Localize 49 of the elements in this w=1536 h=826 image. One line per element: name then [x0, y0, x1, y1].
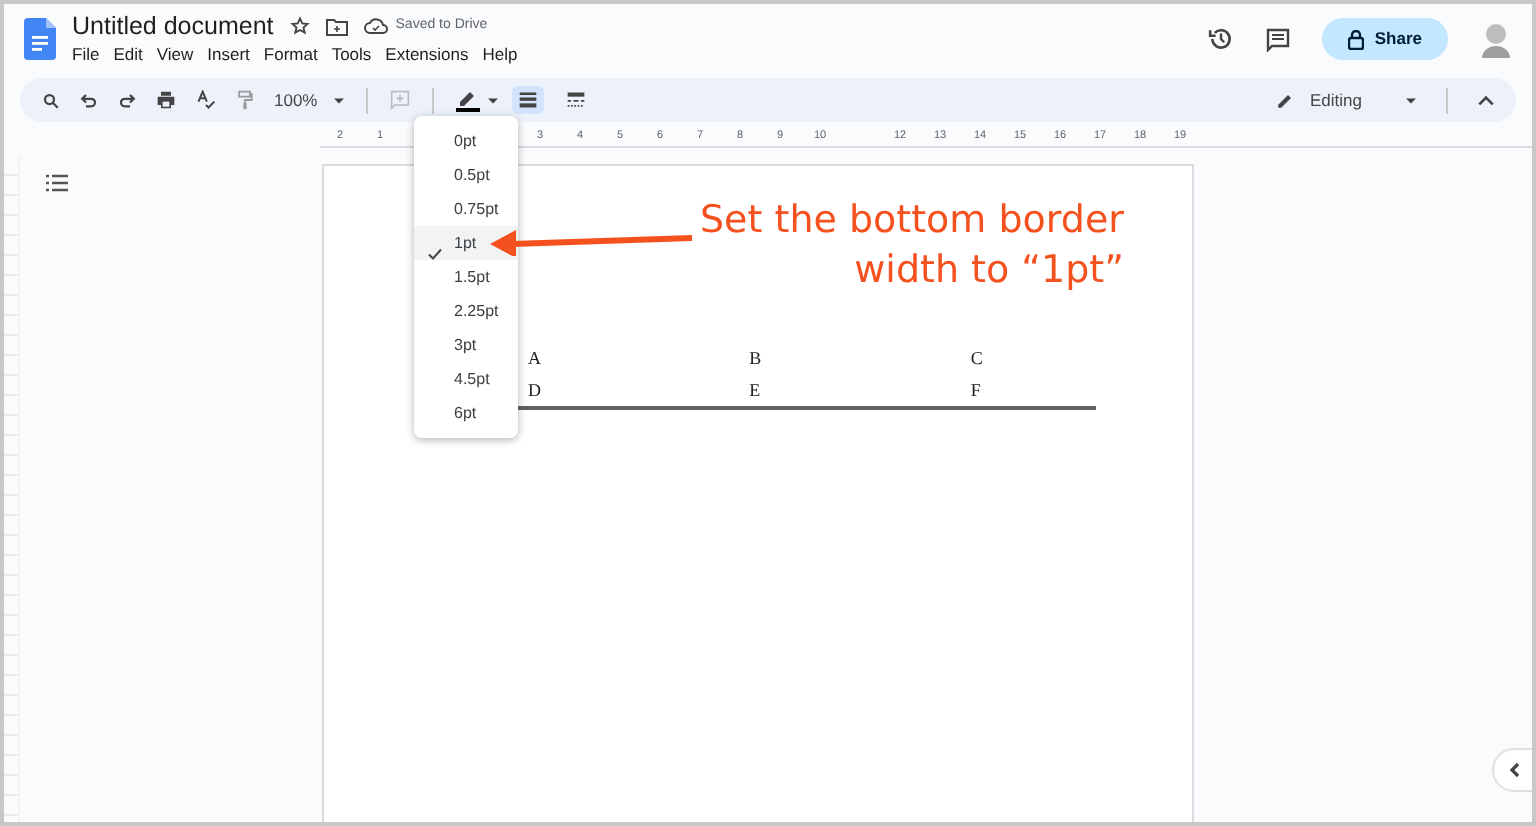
- table-cell: B: [749, 348, 762, 368]
- annotation-text: Set the bottom border: [700, 196, 1124, 246]
- menu-option[interactable]: 6pt: [414, 396, 518, 430]
- table-cell: F: [970, 380, 981, 400]
- menu-option[interactable]: 1pt: [414, 226, 518, 260]
- caret-icon[interactable]: [487, 97, 498, 103]
- star-icon[interactable]: [289, 16, 310, 36]
- table-cell: E: [749, 380, 761, 400]
- document-title[interactable]: Untitled document: [72, 10, 274, 42]
- caret-icon[interactable]: [1406, 97, 1416, 103]
- chevron-icon: [1508, 762, 1520, 778]
- folder-icon[interactable]: [325, 17, 348, 35]
- history-icon[interactable]: [1208, 26, 1235, 52]
- table-cell: A: [528, 348, 541, 368]
- share-button[interactable]: Share: [1322, 18, 1448, 60]
- menu-option[interactable]: 2.25pt: [414, 294, 518, 328]
- menu-option[interactable]: 0.5pt: [414, 158, 518, 192]
- menu-option[interactable]: 3pt: [414, 328, 518, 362]
- caret-icon[interactable]: [333, 97, 344, 103]
- menu-item[interactable]: Tools: [331, 42, 372, 66]
- menu-item[interactable]: Help: [482, 42, 518, 66]
- menu-item[interactable]: Extensions: [385, 42, 469, 66]
- zoom-select[interactable]: 100%: [274, 87, 318, 113]
- check-icon: [428, 247, 442, 260]
- cloud-icon: [363, 18, 388, 34]
- border-dash-icon[interactable]: [565, 90, 586, 110]
- menu-option[interactable]: 1.5pt: [414, 260, 518, 294]
- annotation-text: width to “1pt”: [852, 246, 1124, 296]
- menu-option[interactable]: 4.5pt: [414, 362, 518, 396]
- border-width-icon: [517, 90, 538, 110]
- menu-item[interactable]: View: [156, 42, 194, 66]
- menu-item[interactable]: Insert: [207, 42, 250, 66]
- outline-icon[interactable]: [46, 174, 68, 192]
- table-cell: C: [970, 348, 983, 368]
- pencil-icon[interactable]: [1276, 91, 1294, 109]
- border-width-button[interactable]: [511, 86, 544, 114]
- menu-option[interactable]: 0pt: [414, 124, 518, 158]
- table-cell: D: [528, 380, 541, 400]
- menu-option[interactable]: 0.75pt: [414, 192, 518, 226]
- lock-icon: [1348, 29, 1365, 49]
- docs-logo-icon[interactable]: [24, 18, 56, 60]
- menu-item[interactable]: File: [72, 42, 100, 66]
- editing-mode-select[interactable]: Editing: [1310, 87, 1390, 113]
- avatar-icon[interactable]: [1480, 21, 1512, 57]
- border-color-icon[interactable]: [455, 89, 480, 111]
- side-panel-toggle[interactable]: [1492, 748, 1532, 792]
- menu-item[interactable]: Format: [263, 42, 318, 66]
- comment-icon[interactable]: [1266, 27, 1291, 51]
- menu-item[interactable]: Edit: [113, 42, 143, 66]
